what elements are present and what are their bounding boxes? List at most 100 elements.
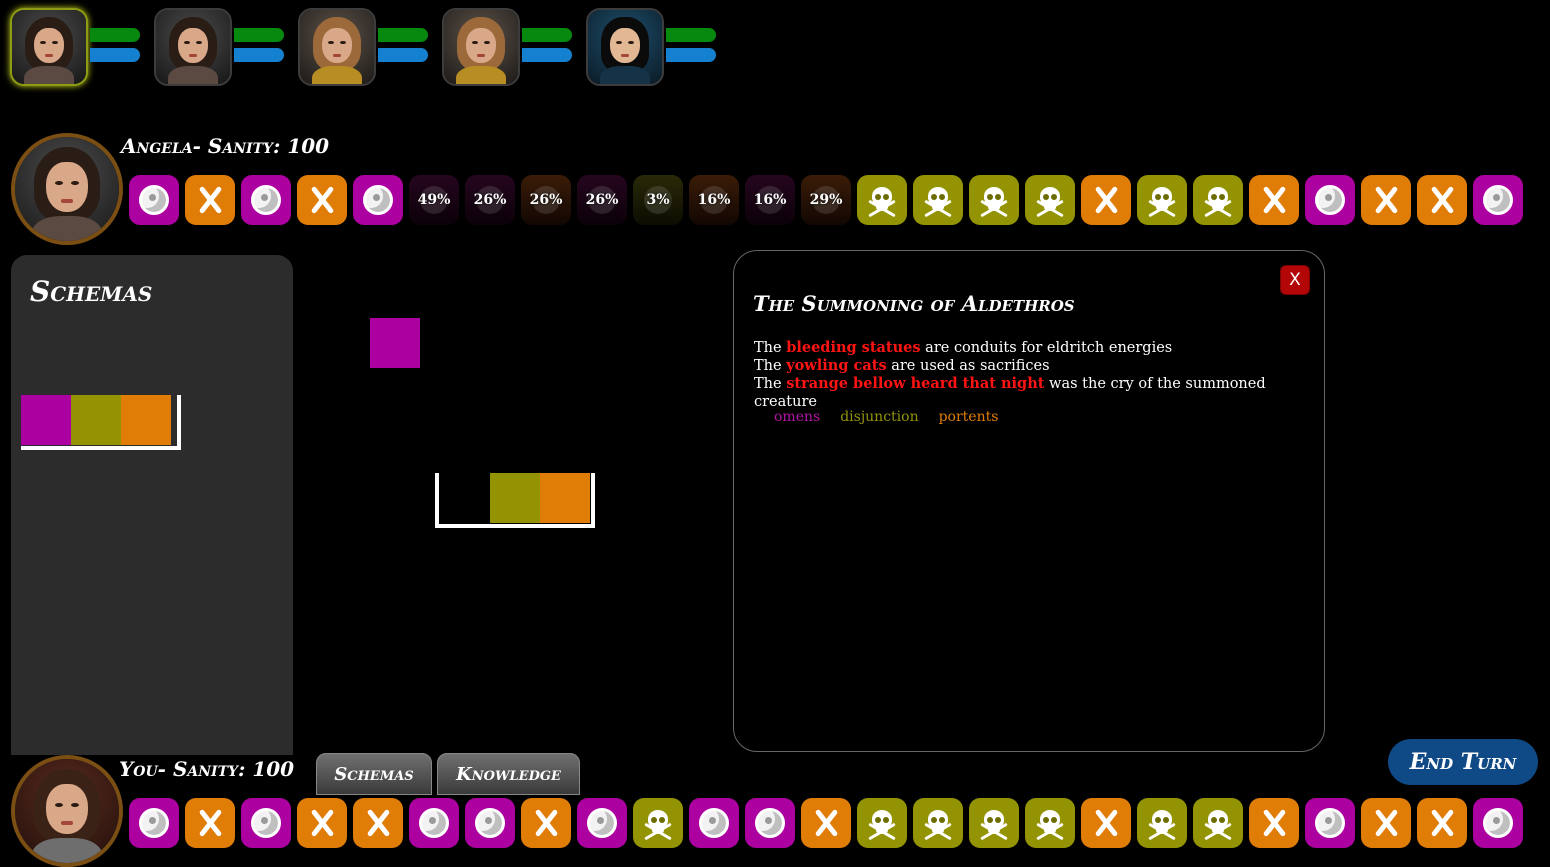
portent-card[interactable] [1417,175,1467,225]
omen-card[interactable] [129,175,179,225]
schema-slot[interactable] [21,395,71,445]
disjunction-card[interactable] [1193,798,1243,848]
dna-icon [1427,185,1457,215]
board-slot[interactable] [439,473,489,523]
disjunction-card[interactable] [1025,175,1075,225]
player-token[interactable] [442,8,582,88]
moon-icon [251,808,281,838]
probability-card[interactable]: 26% [465,175,515,225]
player-portrait[interactable] [154,8,232,86]
schema-slot-group[interactable] [21,395,181,450]
disjunction-card[interactable] [857,798,907,848]
tab-knowledge[interactable]: Knowledge [437,753,580,795]
omen-card[interactable] [241,175,291,225]
portrait-image [156,10,230,84]
portent-card[interactable] [1249,798,1299,848]
omen-card[interactable] [1305,175,1355,225]
disjunction-card[interactable] [1193,175,1243,225]
board-slot[interactable] [490,473,540,523]
moon-icon [139,808,169,838]
probability-card[interactable]: 3% [633,175,683,225]
portent-card[interactable] [1361,175,1411,225]
portent-card[interactable] [353,798,403,848]
schema-panel: Schemas [11,255,293,755]
portent-card[interactable] [801,798,851,848]
player-portrait[interactable] [298,8,376,86]
disjunction-card[interactable] [1137,798,1187,848]
skull-icon [1035,185,1065,218]
disjunction-card[interactable] [969,175,1019,225]
omen-card[interactable] [409,798,459,848]
disjunction-card[interactable] [1137,175,1187,225]
moon-icon [1315,808,1345,838]
dna-icon [811,808,841,838]
current-player-portrait [11,133,123,245]
end-turn-button[interactable]: End Turn [1388,739,1538,785]
disjunction-card[interactable] [633,798,683,848]
disjunction-card[interactable] [857,175,907,225]
dna-icon [1371,185,1401,215]
portent-card[interactable] [1361,798,1411,848]
portent-card[interactable] [1081,175,1131,225]
dialog-title: The Summoning of Aldethros [753,291,1075,316]
omen-card[interactable] [129,798,179,848]
dialog-line: The strange bellow heard that night was … [754,375,1266,410]
probability-card[interactable]: 16% [689,175,739,225]
moon-icon [419,808,449,838]
omen-card[interactable] [1473,175,1523,225]
portent-card[interactable] [1249,175,1299,225]
dialog-line: The bleeding statues are conduits for el… [754,339,1173,356]
omen-card[interactable] [577,798,627,848]
moon-icon [363,185,393,215]
player-token[interactable] [10,8,150,88]
sanity-bar [90,48,140,62]
skull-icon [979,808,1009,841]
sanity-bar [234,48,284,62]
probability-card[interactable]: 29% [801,175,851,225]
probability-card[interactable]: 49% [409,175,459,225]
portent-card[interactable] [1081,798,1131,848]
schema-slot[interactable] [121,395,171,445]
disjunction-card[interactable] [913,175,963,225]
moon-icon [587,808,617,838]
omen-card[interactable] [465,798,515,848]
omen-card[interactable] [1473,798,1523,848]
player-portrait[interactable] [586,8,664,86]
board-slot[interactable] [540,473,590,523]
player-token[interactable] [586,8,726,88]
omen-card[interactable] [745,798,795,848]
portent-card[interactable] [185,175,235,225]
portent-card[interactable] [521,798,571,848]
omen-card[interactable] [241,798,291,848]
omen-card[interactable] [353,175,403,225]
dragged-card[interactable] [370,318,420,368]
disjunction-card[interactable] [913,798,963,848]
dna-icon [1427,808,1457,838]
schema-slot[interactable] [71,395,121,445]
portent-card[interactable] [297,798,347,848]
player-token[interactable] [298,8,438,88]
disjunction-card[interactable] [969,798,1019,848]
knowledge-dialog: X The Summoning of Aldethros The bleedin… [733,250,1325,752]
omen-card[interactable] [689,798,739,848]
portent-card[interactable] [1417,798,1467,848]
tab-schemas[interactable]: Schemas [316,753,432,795]
close-button[interactable]: X [1280,265,1310,295]
skull-icon [643,808,673,841]
portent-card[interactable] [297,175,347,225]
probability-card[interactable]: 26% [577,175,627,225]
skull-icon [867,808,897,841]
portrait-image [15,759,119,863]
player-token[interactable] [154,8,294,88]
board-schema-slots[interactable] [435,473,595,528]
player-portrait[interactable] [10,8,88,86]
health-bar [234,28,284,42]
probability-card[interactable]: 26% [521,175,571,225]
player-portrait[interactable] [442,8,520,86]
omen-card[interactable] [1305,798,1355,848]
probability-card[interactable]: 16% [745,175,795,225]
portent-card[interactable] [185,798,235,848]
probability-label: 29% [809,192,843,208]
disjunction-card[interactable] [1025,798,1075,848]
portrait-image [300,10,374,84]
